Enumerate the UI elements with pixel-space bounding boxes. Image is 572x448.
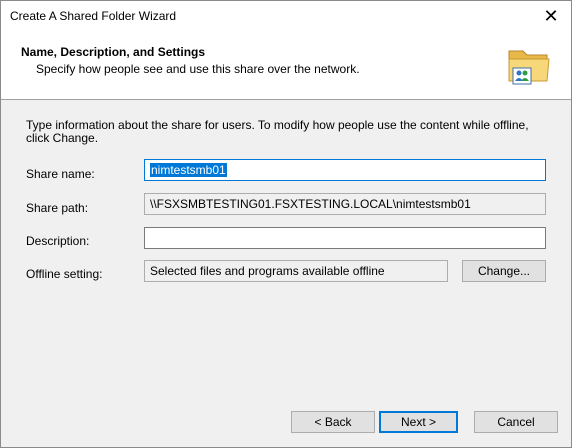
description-input[interactable] — [144, 227, 546, 249]
offline-setting-label: Offline setting: — [26, 267, 103, 281]
share-path-label: Share path: — [26, 201, 89, 215]
change-button[interactable]: Change... — [462, 260, 546, 282]
page-subtitle: Specify how people see and use this shar… — [36, 62, 360, 76]
shared-folder-icon — [508, 50, 550, 85]
window-title: Create A Shared Folder Wizard — [10, 9, 177, 23]
cancel-button[interactable]: Cancel — [474, 411, 558, 433]
description-label: Description: — [26, 234, 90, 248]
offline-setting-value: Selected files and programs available of… — [150, 264, 385, 278]
close-icon: ✕ — [543, 5, 559, 26]
title-bar: Create A Shared Folder Wizard ✕ — [1, 1, 571, 31]
share-name-input[interactable]: nimtestsmb01 — [144, 159, 546, 181]
page-title: Name, Description, and Settings — [21, 45, 206, 59]
wizard-header: Name, Description, and Settings Specify … — [1, 31, 571, 100]
next-button[interactable]: Next > — [379, 411, 458, 433]
share-name-value: nimtestsmb01 — [150, 163, 227, 177]
share-path-field: \\FSXSMBTESTING01.FSXTESTING.LOCAL\nimte… — [144, 193, 546, 215]
share-path-value: \\FSXSMBTESTING01.FSXTESTING.LOCAL\nimte… — [150, 197, 471, 211]
close-button[interactable]: ✕ — [531, 1, 571, 31]
wizard-window: Create A Shared Folder Wizard ✕ Name, De… — [0, 0, 572, 448]
offline-setting-field: Selected files and programs available of… — [144, 260, 448, 282]
back-button[interactable]: < Back — [291, 411, 375, 433]
intro-text: Type information about the share for use… — [26, 118, 529, 145]
share-name-label: Share name: — [26, 167, 95, 181]
